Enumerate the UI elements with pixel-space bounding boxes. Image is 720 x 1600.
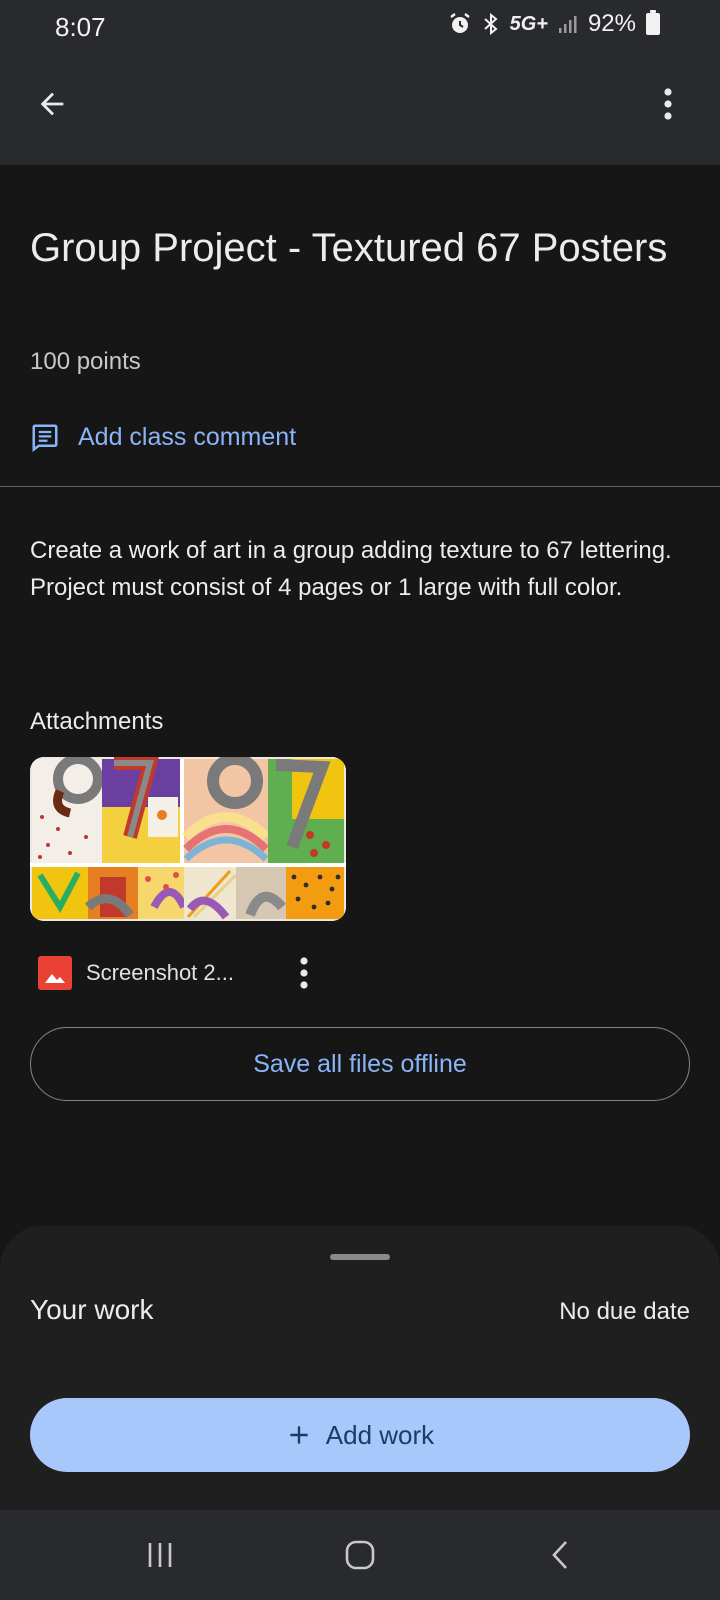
more-vert-icon <box>300 957 308 989</box>
attachment-file-row[interactable]: Screenshot 2... <box>38 955 328 991</box>
due-date-text: No due date <box>559 1298 690 1325</box>
assignment-title: Group Project - Textured 67 Posters <box>30 226 668 270</box>
add-work-label: Add work <box>325 1419 435 1450</box>
save-all-files-offline-button[interactable]: Save all files offline <box>30 1027 690 1101</box>
attachment-more-button[interactable] <box>292 955 316 991</box>
signal-icon <box>558 14 578 34</box>
system-back-button[interactable] <box>530 1530 590 1580</box>
your-work-sheet: Your work No due date Add work <box>0 1226 720 1510</box>
attachment-thumbnail[interactable] <box>30 757 346 921</box>
your-work-heading: Your work <box>30 1294 154 1325</box>
status-time: 8:07 <box>55 12 106 42</box>
status-icons: 5G+ 92% <box>448 10 660 38</box>
chevron-left-icon <box>552 1541 567 1569</box>
comment-icon <box>32 424 58 452</box>
network-type: 5G+ <box>509 12 548 35</box>
attachment-preview-image <box>30 757 346 921</box>
add-work-button[interactable]: Add work <box>30 1398 690 1472</box>
attachment-file-name: Screenshot 2... <box>86 960 234 985</box>
bluetooth-icon <box>482 12 500 36</box>
back-button[interactable] <box>30 82 74 126</box>
add-class-comment-button[interactable]: Add class comment <box>30 422 296 452</box>
home-button[interactable] <box>330 1530 390 1580</box>
app-bar: 8:07 5G+ 92% <box>0 0 720 165</box>
assignment-description: Create a work of art in a group adding t… <box>30 537 672 601</box>
recent-apps-icon <box>148 1543 172 1567</box>
divider <box>0 486 720 487</box>
home-icon <box>345 1540 375 1570</box>
assignment-points: 100 points <box>30 348 141 375</box>
add-class-comment-label: Add class comment <box>78 422 297 451</box>
image-file-icon <box>38 956 72 990</box>
plus-icon <box>290 1426 308 1444</box>
recent-apps-button[interactable] <box>130 1530 190 1580</box>
assignment-screen: 8:07 5G+ 92% Group Project - Textured 67… <box>0 0 720 1600</box>
system-nav-bar <box>0 1510 720 1600</box>
attachments-heading: Attachments <box>30 708 164 735</box>
battery-icon <box>646 10 660 35</box>
sheet-drag-handle[interactable] <box>330 1254 390 1260</box>
alarm-icon <box>448 12 472 36</box>
battery-percentage: 92% <box>587 10 636 37</box>
arrow-back-icon <box>40 92 64 116</box>
more-vert-icon <box>664 88 672 120</box>
more-options-button[interactable] <box>656 82 680 126</box>
